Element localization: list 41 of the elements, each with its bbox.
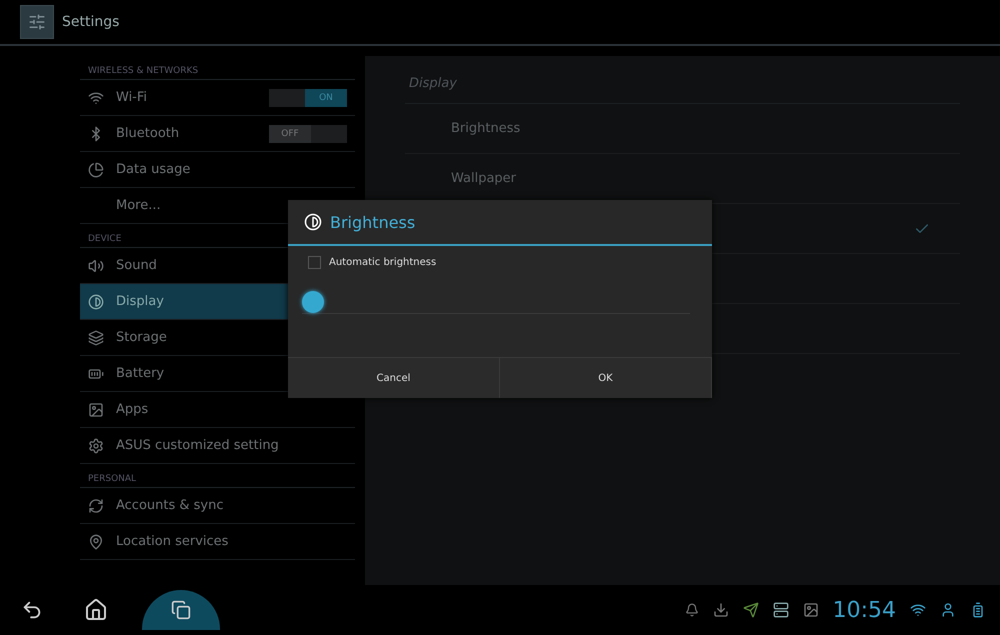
brightness-slider[interactable] xyxy=(302,291,690,314)
download-icon[interactable] xyxy=(712,602,729,618)
settings-item[interactable]: Bluetooth OFF xyxy=(80,116,355,152)
item-icon xyxy=(88,162,104,178)
server-icon[interactable] xyxy=(772,602,789,618)
item-icon xyxy=(88,498,104,514)
settings-item[interactable]: Data usage xyxy=(80,152,355,188)
back-icon xyxy=(21,599,43,621)
bell-icon[interactable] xyxy=(684,603,699,617)
wifi-icon xyxy=(910,602,926,618)
toggle-switch[interactable]: OFF xyxy=(269,124,347,142)
recent-apps-icon xyxy=(171,600,191,620)
section-header: PERSONAL xyxy=(80,464,355,488)
send-icon[interactable] xyxy=(742,602,759,618)
pane-title: Display xyxy=(405,76,960,104)
dialog-button[interactable]: Cancel xyxy=(288,358,500,398)
section-header: WIRELESS & NETWORKS xyxy=(80,56,355,80)
settings-app-icon[interactable] xyxy=(20,5,54,39)
item-icon xyxy=(88,402,104,418)
item-icon xyxy=(88,438,104,454)
item-icon xyxy=(88,534,104,550)
user-icon xyxy=(940,602,956,618)
item-icon xyxy=(88,90,104,106)
settings-item[interactable]: ASUS customized setting xyxy=(80,428,355,464)
setting-label[interactable]: Brightness xyxy=(451,121,520,136)
item-icon xyxy=(88,258,104,274)
slider-thumb[interactable] xyxy=(302,291,324,313)
settings-item[interactable]: Location services xyxy=(80,524,355,560)
dialog-button[interactable]: OK xyxy=(500,358,712,398)
home-icon xyxy=(84,598,108,622)
item-icon xyxy=(88,294,104,310)
contrast-icon xyxy=(304,213,322,231)
image-icon[interactable] xyxy=(802,602,819,618)
toggle-switch[interactable]: ON xyxy=(269,88,347,106)
clock: 10:54 xyxy=(832,598,896,622)
checkbox[interactable] xyxy=(308,256,321,269)
setting-label[interactable]: Wallpaper xyxy=(451,171,516,186)
item-icon xyxy=(88,330,104,346)
screen-title: Settings xyxy=(62,14,120,30)
settings-item[interactable]: Accounts & sync xyxy=(80,488,355,524)
settings-item[interactable]: Wi-Fi ON xyxy=(80,80,355,116)
